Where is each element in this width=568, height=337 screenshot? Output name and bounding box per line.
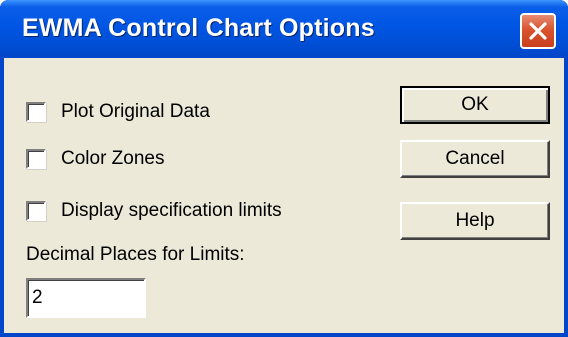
color-zones-checkbox[interactable]	[26, 149, 46, 169]
decimal-places-label: Decimal Places for Limits:	[26, 244, 245, 265]
window-frame-right	[564, 58, 568, 337]
plot-original-data-label: Plot Original Data	[61, 101, 210, 122]
ok-button[interactable]: OK	[400, 86, 550, 124]
plot-original-data-option[interactable]: Plot Original Data	[26, 99, 210, 125]
cancel-button[interactable]: Cancel	[400, 140, 550, 178]
display-spec-limits-checkbox[interactable]	[26, 201, 46, 221]
title-bar[interactable]: EWMA Control Chart Options	[0, 0, 568, 58]
decimal-places-input[interactable]: 2	[26, 278, 146, 318]
window-title: EWMA Control Chart Options	[22, 14, 375, 42]
color-zones-label: Color Zones	[61, 148, 165, 169]
help-button[interactable]: Help	[400, 202, 550, 240]
window-frame-bottom	[0, 333, 568, 337]
display-spec-limits-label: Display specification limits	[61, 200, 282, 221]
close-icon	[529, 22, 547, 40]
plot-original-data-checkbox[interactable]	[26, 102, 46, 122]
close-button[interactable]	[520, 13, 556, 49]
color-zones-option[interactable]: Color Zones	[26, 146, 165, 172]
dialog-window: EWMA Control Chart Options Plot Original…	[0, 0, 568, 337]
display-spec-limits-option[interactable]: Display specification limits	[26, 198, 282, 224]
